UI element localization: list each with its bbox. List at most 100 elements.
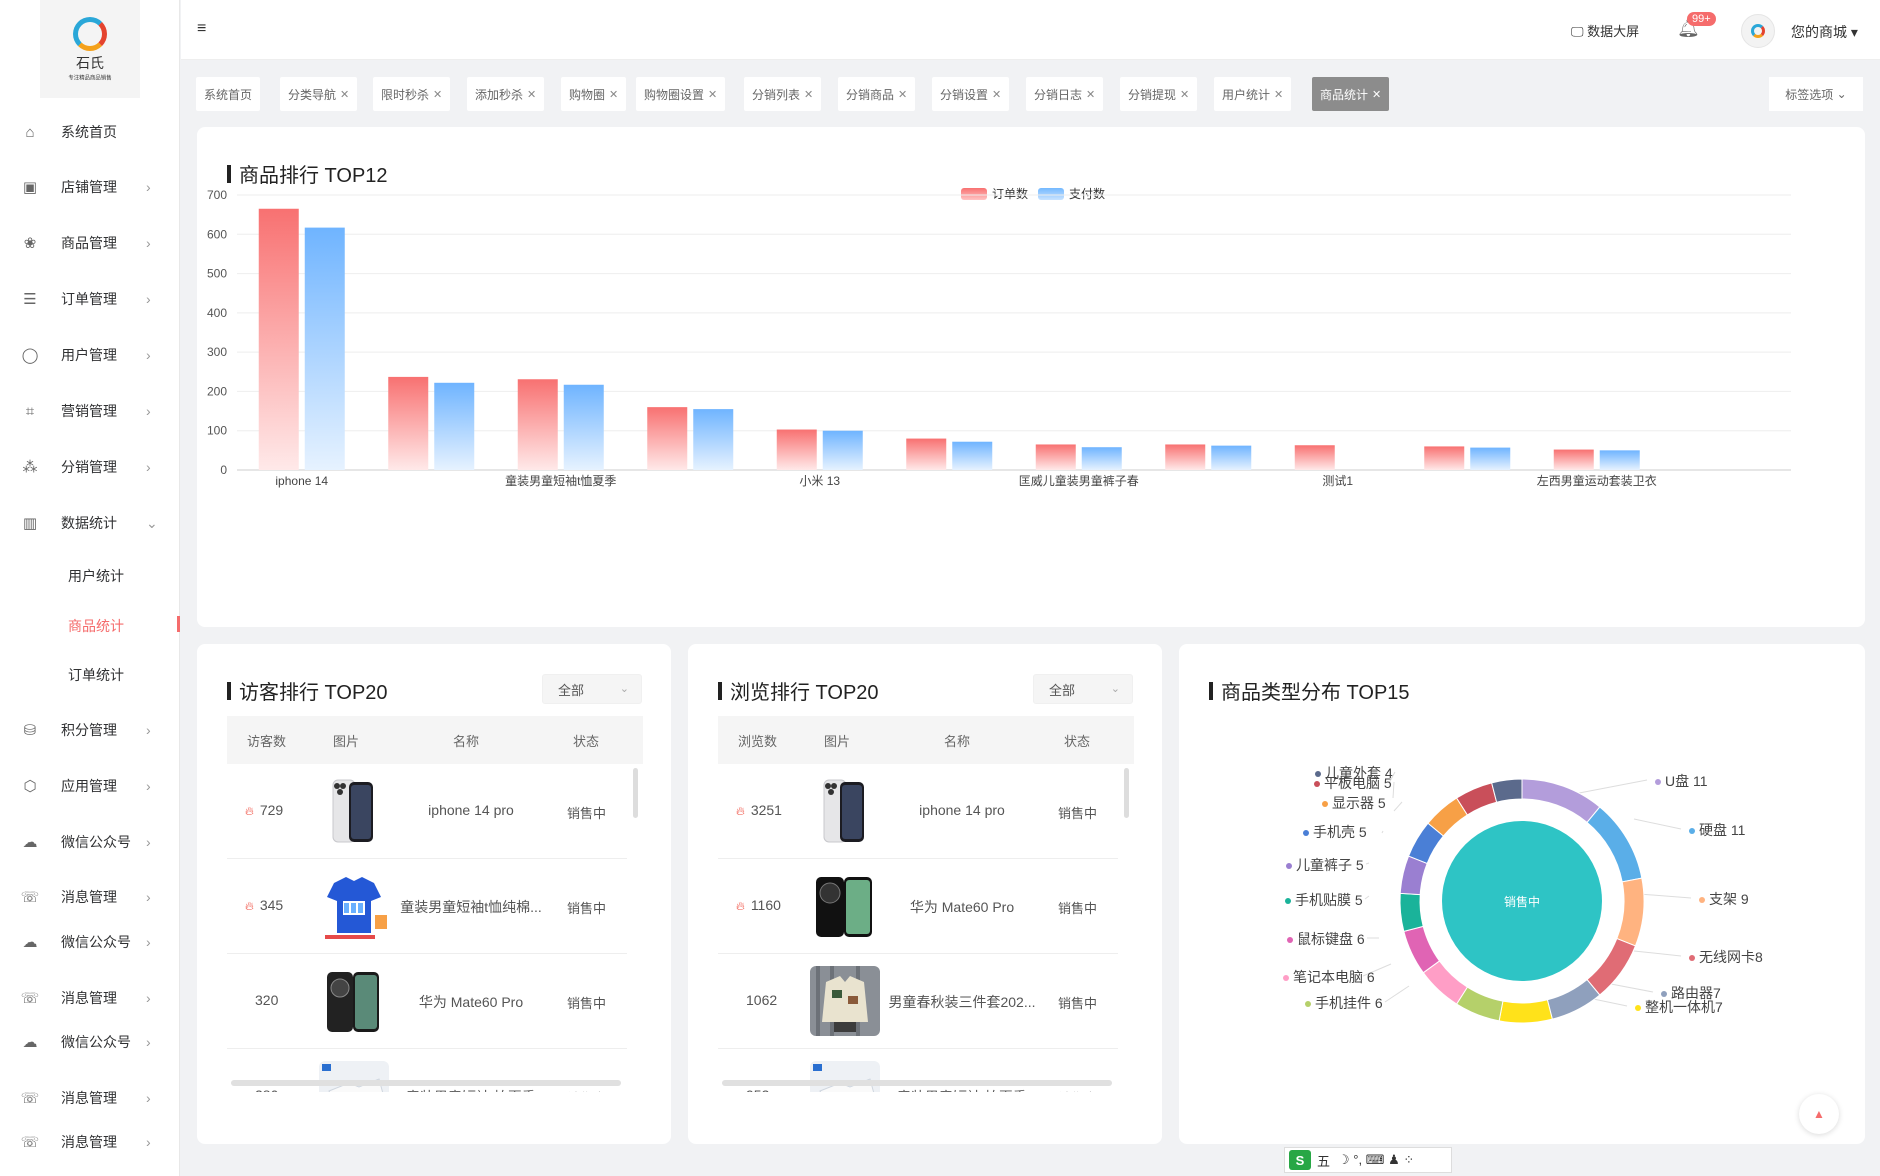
table-row[interactable]: 🔥︎ 3251 iphone 14 pro 销售中 [718, 764, 1118, 859]
bar-paid[interactable] [304, 227, 345, 470]
data-screen-button[interactable]: 🖵 数据大屏 [1571, 21, 1639, 40]
menu-toggle-icon[interactable]: ≡ [197, 20, 206, 38]
view-vertical-scrollbar[interactable] [1124, 768, 1129, 818]
sidebar-item[interactable]: ☏ 消息管理 › [0, 877, 180, 917]
sidebar-item[interactable]: ☰ 订单管理 › [0, 279, 180, 319]
close-icon[interactable]: ✕ [609, 88, 618, 101]
tab-tag[interactable]: 分销提现 ✕ [1120, 77, 1198, 111]
tag-options-dropdown[interactable]: 标签选项 ⌄ [1769, 77, 1863, 111]
close-icon[interactable]: ✕ [340, 88, 349, 101]
tab-tag[interactable]: 用户统计 ✕ [1214, 77, 1292, 111]
bar-orders[interactable] [388, 376, 429, 470]
bar-paid[interactable] [1599, 450, 1640, 470]
avatar[interactable] [1741, 14, 1775, 48]
bar-orders[interactable] [1294, 445, 1335, 470]
visitor-table-body[interactable]: 🔥︎ 729 iphone 14 pro 销售中 🔥︎ 345 童装男童短袖t恤纯棉... 销… [227, 764, 643, 1092]
sidebar-subitem[interactable]: 用户统计 [0, 555, 180, 595]
sidebar-item[interactable]: ▥ 数据统计 ⌄ [0, 503, 180, 543]
visitor-filter-select[interactable]: 全部 ⌄ [542, 674, 642, 704]
tab-tag[interactable]: 购物圈 ✕ [561, 77, 627, 111]
tab-tag[interactable]: 添加秒杀 ✕ [467, 77, 545, 111]
sidebar-item[interactable]: ☏ 消息管理 › [0, 978, 180, 1018]
close-icon[interactable]: ✕ [898, 88, 907, 101]
sidebar-item[interactable]: ☁ 微信公众号 › [0, 1022, 180, 1062]
donut-segment[interactable] [1616, 877, 1645, 947]
logo[interactable]: 石氏 专注精品商品销售 [40, 0, 140, 98]
sidebar-item[interactable]: ◯ 用户管理 › [0, 335, 180, 375]
sidebar-item[interactable]: ☁ 微信公众号 › [0, 922, 180, 962]
tab-tag[interactable]: 购物圈设置 ✕ [636, 77, 726, 111]
product-thumbnail[interactable]: Huaiyuan [810, 1061, 880, 1092]
tab-tag[interactable]: 分销设置 ✕ [932, 77, 1010, 111]
ime-toolbar[interactable]: S 五 ☽ °, ⌨ ♟ ⁘ [1284, 1147, 1452, 1173]
back-to-top-icon[interactable]: ▲ [1799, 1094, 1839, 1134]
product-thumbnail[interactable] [319, 776, 389, 846]
bar-orders[interactable] [647, 407, 688, 470]
sidebar-item[interactable]: ⬡ 应用管理 › [0, 766, 180, 806]
tab-tag[interactable]: 分销日志 ✕ [1026, 77, 1104, 111]
product-thumbnail[interactable] [810, 966, 880, 1036]
sidebar-item[interactable]: ☏ 消息管理 › [0, 1078, 180, 1118]
sidebar-item[interactable]: ⌂ 系统首页 [0, 112, 180, 152]
product-thumbnail[interactable] [319, 966, 389, 1036]
tab-tag[interactable]: 系统首页 [196, 77, 261, 111]
close-icon[interactable]: ✕ [1180, 88, 1189, 101]
bar-paid[interactable] [693, 409, 734, 470]
sidebar-item[interactable]: ▣ 店铺管理 › [0, 167, 180, 207]
sidebar-item[interactable]: ⁂ 分销管理 › [0, 447, 180, 487]
sidebar-item[interactable]: ❀ 商品管理 › [0, 223, 180, 263]
close-icon[interactable]: ✕ [992, 88, 1001, 101]
table-row[interactable]: 1062 男童春秋装三件套202... 销售中 [718, 954, 1118, 1049]
bar-orders[interactable] [906, 438, 947, 470]
sidebar-item[interactable]: ☏ 消息管理 › [0, 1122, 180, 1162]
tab-tag[interactable]: 分销列表 ✕ [744, 77, 822, 111]
bar-orders[interactable] [1165, 444, 1206, 470]
table-row[interactable]: 🔥︎ 1160 华为 Mate60 Pro 销售中 [718, 859, 1118, 954]
table-row[interactable]: 320 华为 Mate60 Pro 销售中 [227, 954, 627, 1049]
close-icon[interactable]: ✕ [1086, 88, 1095, 101]
product-thumbnail[interactable] [319, 871, 389, 941]
bar-orders[interactable] [1424, 446, 1465, 470]
table-row[interactable]: 🔥︎ 345 童装男童短袖t恤纯棉... 销售中 [227, 859, 627, 954]
user-menu[interactable]: 您的商城 ▾ [1791, 22, 1858, 42]
product-thumbnail[interactable] [810, 776, 880, 846]
visitor-horizontal-scrollbar[interactable] [231, 1080, 621, 1086]
bar-paid[interactable] [1211, 445, 1252, 470]
bar-orders[interactable] [517, 379, 558, 470]
view-filter-select[interactable]: 全部 ⌄ [1033, 674, 1133, 704]
sidebar-item[interactable]: ⌗ 营销管理 › [0, 391, 180, 431]
bar-orders[interactable] [1035, 444, 1076, 470]
sidebar-subitem[interactable]: 订单统计 [0, 654, 180, 694]
tab-tag[interactable]: 分类导航 ✕ [280, 77, 358, 111]
close-icon[interactable]: ✕ [433, 88, 442, 101]
bar-paid[interactable] [822, 430, 863, 470]
tab-tag[interactable]: 分销商品 ✕ [838, 77, 916, 111]
bar-orders[interactable] [1553, 449, 1594, 470]
tab-tag[interactable]: 限时秒杀 ✕ [373, 77, 451, 111]
view-table-body[interactable]: 🔥︎ 3251 iphone 14 pro 销售中 🔥︎ 1160 华为 Mate60 Pr… [718, 764, 1134, 1092]
bar-paid[interactable] [1470, 447, 1511, 470]
bar-paid[interactable] [563, 384, 604, 470]
donut-segment[interactable] [1498, 999, 1553, 1024]
view-horizontal-scrollbar[interactable] [722, 1080, 1112, 1086]
table-row[interactable]: 🔥︎ 729 iphone 14 pro 销售中 [227, 764, 627, 859]
bar-paid[interactable] [434, 382, 475, 470]
close-icon[interactable]: ✕ [804, 88, 813, 101]
product-thumbnail[interactable]: Huaiyuan [319, 1061, 389, 1092]
close-icon[interactable]: ✕ [1274, 88, 1283, 101]
donut-segment[interactable] [1491, 778, 1523, 803]
bar-paid[interactable] [952, 441, 993, 470]
close-icon[interactable]: ✕ [527, 88, 536, 101]
close-icon[interactable]: ✕ [708, 88, 717, 101]
sidebar-item[interactable]: ⛁ 积分管理 › [0, 710, 180, 750]
donut-segment[interactable] [1399, 892, 1424, 932]
sidebar-item[interactable]: ☁ 微信公众号 › [0, 822, 180, 862]
visitor-vertical-scrollbar[interactable] [633, 768, 638, 818]
bar-orders[interactable] [776, 429, 817, 470]
close-icon[interactable]: ✕ [1372, 88, 1381, 101]
product-thumbnail[interactable] [810, 871, 880, 941]
bar-paid[interactable] [1081, 447, 1122, 470]
sidebar-subitem[interactable]: 商品统计 [0, 605, 180, 645]
bar-orders[interactable] [258, 208, 299, 470]
tab-tag[interactable]: 商品统计 ✕ [1312, 77, 1390, 111]
